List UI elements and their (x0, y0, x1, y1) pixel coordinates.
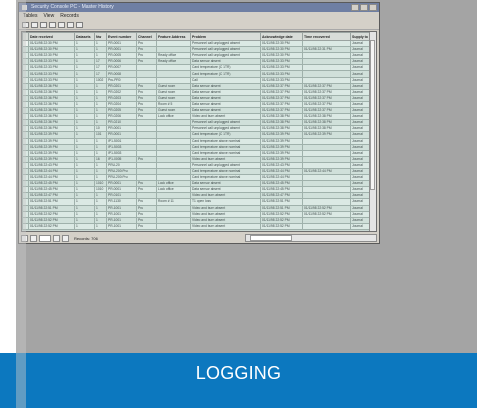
table-body: 01/11/98 22:30 PM 1 1 PR-0001 Pru Personnel c… (22, 39, 372, 230)
menu-records[interactable]: Records (60, 12, 79, 20)
title-bar: Security Console PC - Master History (19, 3, 379, 12)
table-cell: 1 (94, 222, 107, 230)
records-count: Records: 706 (74, 235, 98, 241)
table-row[interactable]: 01/11/98 22:52 PM 1 1 PR-1001 Pru Video and b… (22, 222, 372, 230)
record-number-field[interactable]: 1 (39, 234, 51, 242)
table-cell: 01/11/98 22:52 PM (260, 222, 303, 230)
next-record-button[interactable] (53, 234, 60, 242)
column-header[interactable]: Event number (106, 32, 137, 41)
column-header[interactable]: Channel (136, 32, 157, 41)
column-header[interactable]: Date received (28, 32, 75, 41)
vertical-scrollbar[interactable] (369, 32, 376, 231)
column-header[interactable]: Problem (190, 32, 261, 41)
column-header[interactable]: Acknowledge date (260, 32, 303, 41)
window-title: Security Console PC - Master History (31, 4, 114, 10)
refresh-icon[interactable] (67, 21, 74, 28)
column-header[interactable]: Time recovered (302, 32, 351, 41)
table-cell (302, 222, 351, 230)
menu-bar: Tables View Records (19, 12, 379, 20)
help-icon[interactable] (76, 21, 83, 28)
sort-icon[interactable] (40, 21, 47, 28)
table-cell: 1 (74, 222, 95, 230)
record-navigator: 1 Records: 706 (21, 233, 377, 243)
menu-tables[interactable]: Tables (23, 12, 37, 20)
print-icon[interactable] (22, 21, 29, 28)
table-cell: Video and burn absent (190, 222, 261, 230)
close-button[interactable] (369, 4, 377, 11)
filter-icon[interactable] (31, 21, 38, 28)
header-row: Date received Datasets Nw Event number Chann… (22, 32, 372, 41)
window-controls (351, 4, 377, 11)
last-record-button[interactable] (62, 234, 69, 242)
toolbar (19, 20, 379, 30)
find-icon[interactable] (49, 21, 56, 28)
table-cell: Pru (136, 222, 157, 230)
previous-record-button[interactable] (30, 234, 37, 242)
column-header[interactable]: Datasets (74, 32, 95, 41)
horizontal-scroll-thumb[interactable] (250, 235, 292, 241)
maximize-button[interactable] (360, 4, 368, 11)
history-grid: Date received Datasets Nw Event number Chann… (21, 31, 377, 232)
export-icon[interactable] (58, 21, 65, 28)
horizontal-scrollbar[interactable] (245, 234, 377, 242)
history-window: Security Console PC - Master History Tab… (18, 2, 380, 244)
column-header[interactable]: Feature Address (156, 32, 191, 41)
table-cell: PR-1001 (106, 222, 137, 230)
minimize-button[interactable] (351, 4, 359, 11)
logging-label: LOGGING (195, 363, 282, 383)
menu-view[interactable]: View (43, 12, 54, 20)
vertical-scroll-thumb[interactable] (370, 40, 375, 190)
table-cell (156, 222, 191, 230)
table-cell: 01/11/98 22:52 PM (28, 222, 75, 230)
logging-banner: LOGGING (0, 353, 477, 408)
app-icon (22, 5, 27, 10)
first-record-button[interactable] (21, 234, 28, 242)
product-card: Security Console PC - Master History Tab… (0, 0, 477, 408)
history-table: Date received Datasets Nw Event number Chann… (22, 32, 372, 230)
column-header[interactable]: Nw (94, 32, 107, 41)
